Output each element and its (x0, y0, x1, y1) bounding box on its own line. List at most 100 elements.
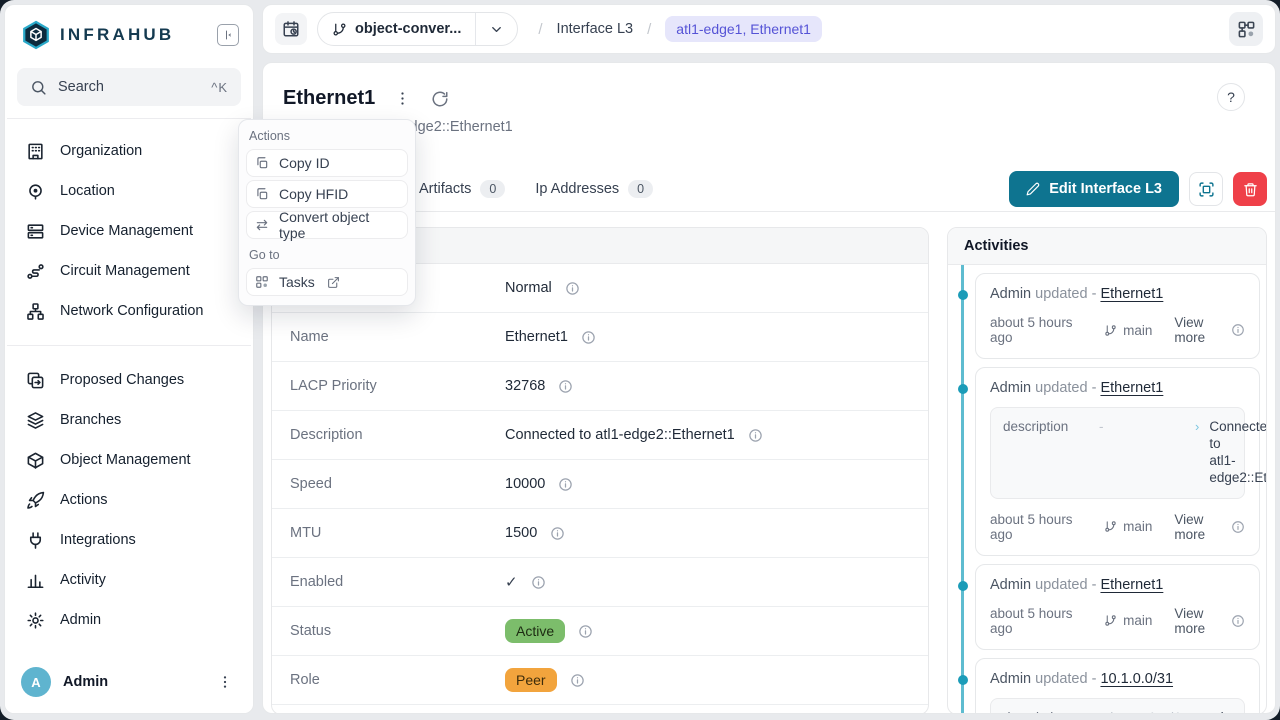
info-icon[interactable] (531, 575, 546, 590)
menu-item-copy-hfid[interactable]: Copy HFID (246, 180, 408, 208)
info-icon[interactable] (558, 477, 573, 492)
edit-button-label: Edit Interface L3 (1049, 181, 1162, 197)
sidebar-item-label: Location (60, 183, 115, 199)
check-icon: ✓ (505, 573, 518, 591)
activity-branch: main (1123, 613, 1152, 628)
object-toolbar: Edit Interface L3 (1009, 171, 1267, 207)
refresh-icon (431, 90, 449, 108)
info-icon[interactable] (570, 673, 585, 688)
layers-icon (26, 411, 45, 430)
sidebar-collapse-button[interactable] (217, 24, 239, 46)
diff-field: description (1003, 419, 1089, 487)
sidebar-item-actions[interactable]: Actions (15, 480, 243, 520)
info-icon (1231, 520, 1245, 534)
info-icon[interactable] (581, 330, 596, 345)
sidebar-item-activity[interactable]: Activity (15, 560, 243, 600)
detail-row-status: Status Active (272, 607, 928, 656)
search-input[interactable]: Search ^K (17, 68, 241, 106)
tab-ip-addresses[interactable]: Ip Addresses 0 (535, 180, 653, 198)
manage-groups-button[interactable] (1189, 172, 1223, 206)
tab-count-badge: 0 (628, 180, 653, 198)
sidebar-item-device-management[interactable]: Device Management (15, 211, 243, 251)
activity-user: Admin (990, 380, 1031, 396)
time-travel-button[interactable] (275, 13, 307, 45)
activity-target-link[interactable]: Ethernet1 (1100, 577, 1163, 593)
sidebar-item-label: Proposed Changes (60, 372, 184, 388)
info-icon[interactable] (550, 526, 565, 541)
sidebar-item-location[interactable]: Location (15, 171, 243, 211)
sidebar-item-admin[interactable]: Admin (15, 600, 243, 640)
menu-section-actions: Actions (246, 123, 408, 146)
activity-target-link[interactable]: Ethernet1 (1100, 380, 1163, 396)
user-menu-button[interactable] (213, 670, 237, 694)
tab-artifacts[interactable]: Artifacts 0 (419, 180, 505, 198)
info-icon (1231, 614, 1245, 628)
branch-selector[interactable]: object-conver... (317, 12, 518, 46)
sidebar-item-object-management[interactable]: Object Management (15, 440, 243, 480)
diff-copy-icon (26, 371, 45, 390)
infrahub-logo-icon (21, 20, 51, 50)
menu-item-copy-id[interactable]: Copy ID (246, 149, 408, 177)
menu-item-convert-object-type[interactable]: Convert object type (246, 211, 408, 239)
diff-old-value: - (1099, 419, 1185, 487)
object-actions-menu-button[interactable] (391, 88, 413, 110)
chevron-down-icon (489, 22, 504, 37)
sidebar-item-network-configuration[interactable]: Network Configuration (15, 291, 243, 331)
sidebar-item-proposed-changes[interactable]: Proposed Changes (15, 360, 243, 400)
edit-interface-button[interactable]: Edit Interface L3 (1009, 171, 1179, 207)
menu-item-tasks[interactable]: Tasks (246, 268, 408, 296)
branch-dropdown-toggle[interactable] (476, 22, 517, 37)
view-more-link[interactable]: View more (1174, 512, 1245, 542)
search-placeholder: Search (58, 79, 104, 95)
help-button[interactable]: ? (1217, 83, 1245, 111)
sidebar-item-label: Device Management (60, 223, 193, 239)
activity-target-link[interactable]: 10.1.0.0/31 (1100, 671, 1173, 687)
diff-arrow-icon: › (1195, 419, 1199, 487)
location-pin-icon (26, 182, 45, 201)
timeline-dot (958, 581, 968, 591)
sidebar-user-row[interactable]: A Admin (5, 653, 253, 713)
view-more-link[interactable]: View more (1174, 606, 1245, 636)
breadcrumb-current-object[interactable]: atl1-edge1, Ethernet1 (665, 16, 822, 42)
group-select-icon (1198, 181, 1215, 198)
delete-button[interactable] (1233, 172, 1267, 206)
detail-value: Normal (505, 280, 552, 296)
sidebar-item-organization[interactable]: Organization (15, 131, 243, 171)
sidebar-item-label: Network Configuration (60, 303, 203, 319)
copy-icon (255, 156, 269, 170)
git-branch-icon (332, 22, 347, 37)
refresh-button[interactable] (429, 88, 451, 110)
sidebar-item-label: Object Management (60, 452, 191, 468)
timeline-dot (958, 290, 968, 300)
app-title: INFRAHUB (60, 25, 174, 45)
view-more-link[interactable]: View more (1174, 315, 1245, 345)
activity-branch: main (1123, 519, 1152, 534)
info-icon[interactable] (578, 624, 593, 639)
info-icon[interactable] (565, 281, 580, 296)
sidebar-item-branches[interactable]: Branches (15, 400, 243, 440)
detail-value: 10000 (505, 476, 545, 492)
sidebar-item-label: Activity (60, 572, 106, 588)
activity-action: updated - (1035, 577, 1096, 593)
diff-old-value: ethernet1.atl1-edge1 (1099, 710, 1185, 715)
activity-target-link[interactable]: Ethernet1 (1100, 286, 1163, 302)
detail-value: 32768 (505, 378, 545, 394)
detail-value: Connected to atl1-edge2::Ethernet1 (505, 427, 735, 443)
timeline-dot (958, 384, 968, 394)
info-icon[interactable] (748, 428, 763, 443)
sidebar-item-integrations[interactable]: Integrations (15, 520, 243, 560)
activity-card: Admin updated - Ethernet1 description - … (975, 367, 1260, 556)
detail-value: 1500 (505, 525, 537, 541)
external-link-icon (327, 276, 340, 289)
timeline-dot (958, 675, 968, 685)
activity-branch: main (1123, 323, 1152, 338)
activities-title: Activities (948, 228, 1266, 265)
sidebar-item-circuit-management[interactable]: Circuit Management (15, 251, 243, 291)
git-branch-icon (1104, 324, 1117, 337)
git-branch-icon (1104, 614, 1117, 627)
schema-visualizer-button[interactable] (1229, 12, 1263, 46)
sidebar-item-label: Organization (60, 143, 142, 159)
git-branch-icon (1104, 520, 1117, 533)
breadcrumb-interface-l3[interactable]: Interface L3 (557, 21, 634, 37)
info-icon[interactable] (558, 379, 573, 394)
